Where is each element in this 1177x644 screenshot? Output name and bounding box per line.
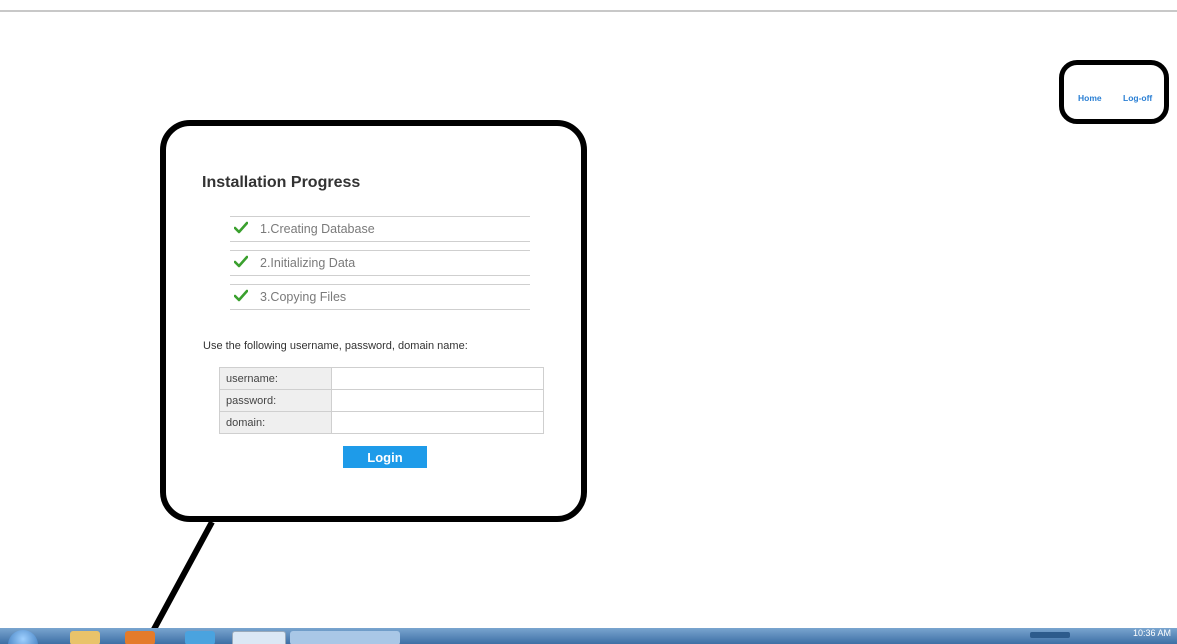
media-player-icon[interactable] — [125, 631, 155, 644]
taskbar-active-window[interactable] — [290, 631, 400, 644]
taskbar-clock[interactable]: 10:36 AM — [1133, 628, 1171, 638]
internet-explorer-icon[interactable] — [185, 631, 215, 644]
folder-icon[interactable] — [232, 631, 286, 644]
system-tray[interactable] — [1030, 632, 1070, 638]
windows-taskbar: 10:36 AM — [0, 628, 1177, 644]
explorer-icon[interactable] — [70, 631, 100, 644]
callout-pointer-line — [143, 520, 215, 644]
windows-start-icon[interactable] — [8, 630, 38, 644]
